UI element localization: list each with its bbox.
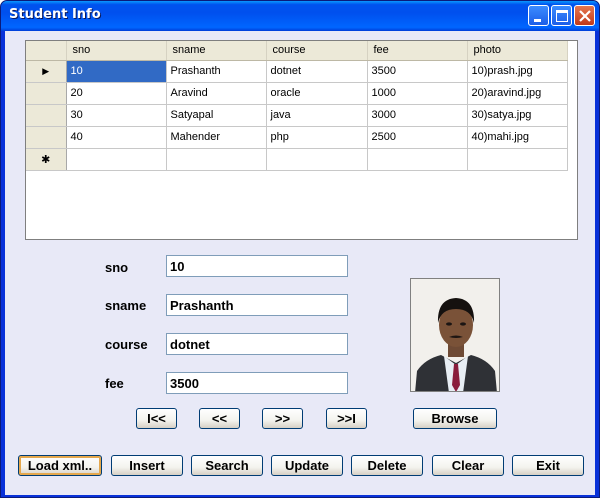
last-record-button[interactable]: >>I <box>326 408 367 429</box>
update-button[interactable]: Update <box>271 455 343 476</box>
column-header-sno[interactable]: sno <box>66 41 167 61</box>
row-header[interactable] <box>26 82 67 105</box>
column-header-fee[interactable]: fee <box>367 41 468 61</box>
table-cell[interactable]: dotnet <box>266 60 368 83</box>
column-header-photo[interactable]: photo <box>467 41 568 61</box>
table-cell[interactable] <box>467 148 568 171</box>
minimize-button[interactable] <box>528 5 549 26</box>
course-label: course <box>105 337 148 352</box>
table-cell[interactable]: 3500 <box>367 60 468 83</box>
title-bar[interactable]: Student Info <box>1 1 599 31</box>
table-cell[interactable]: 20)aravind.jpg <box>467 82 568 105</box>
grid-header-row: sno sname course fee photo <box>26 41 568 61</box>
table-cell[interactable]: java <box>266 104 368 127</box>
sname-label: sname <box>105 298 147 313</box>
table-cell[interactable]: 20 <box>66 82 167 105</box>
load-xml-button[interactable]: Load xml.. <box>18 455 102 476</box>
table-cell[interactable]: 40)mahi.jpg <box>467 126 568 149</box>
student-photo <box>410 278 500 392</box>
fee-label: fee <box>105 376 124 391</box>
table-cell[interactable] <box>166 148 267 171</box>
table-row[interactable]: 40 Mahender php 2500 40)mahi.jpg <box>26 126 568 149</box>
minimize-icon <box>534 19 541 22</box>
table-cell[interactable]: 2500 <box>367 126 468 149</box>
current-row-arrow-icon[interactable]: ▶ <box>26 60 67 83</box>
search-button[interactable]: Search <box>191 455 263 476</box>
maximize-icon <box>556 10 568 22</box>
table-cell[interactable]: 30 <box>66 104 167 127</box>
table-cell[interactable] <box>266 148 368 171</box>
column-header-course[interactable]: course <box>266 41 368 61</box>
grid-corner-cell[interactable] <box>26 41 67 61</box>
row-header[interactable] <box>26 126 67 149</box>
main-window: Student Info sno sname course fee photo <box>0 0 600 498</box>
clear-button[interactable]: Clear <box>432 455 504 476</box>
delete-button[interactable]: Delete <box>351 455 423 476</box>
insert-button[interactable]: Insert <box>111 455 183 476</box>
table-row[interactable]: 20 Aravind oracle 1000 20)aravind.jpg <box>26 82 568 105</box>
table-cell[interactable]: 10 <box>66 60 167 83</box>
maximize-button[interactable] <box>551 5 572 26</box>
column-header-sname[interactable]: sname <box>166 41 267 61</box>
table-cell[interactable]: Aravind <box>166 82 267 105</box>
table-cell[interactable]: Prashanth <box>166 60 267 83</box>
next-record-button[interactable]: >> <box>262 408 303 429</box>
first-record-button[interactable]: I<< <box>136 408 177 429</box>
course-field[interactable]: dotnet <box>166 333 348 355</box>
table-cell[interactable]: 40 <box>66 126 167 149</box>
sno-field[interactable]: 10 <box>166 255 348 277</box>
sno-label: sno <box>105 260 129 275</box>
close-icon <box>579 10 591 22</box>
form-client-area: sno sname course fee photo ▶ 10 Prashant… <box>5 31 595 495</box>
student-photo-image <box>411 279 499 391</box>
table-cell[interactable]: 1000 <box>367 82 468 105</box>
table-cell[interactable]: 10)prash.jpg <box>467 60 568 83</box>
table-row[interactable]: 30 Satyapal java 3000 30)satya.jpg <box>26 104 568 127</box>
sname-field[interactable]: Prashanth <box>166 294 348 316</box>
table-cell[interactable]: 30)satya.jpg <box>467 104 568 127</box>
table-cell[interactable]: oracle <box>266 82 368 105</box>
table-cell[interactable]: Satyapal <box>166 104 267 127</box>
table-cell[interactable] <box>66 148 167 171</box>
table-row[interactable]: ▶ 10 Prashanth dotnet 3500 10)prash.jpg <box>26 60 568 83</box>
fee-field[interactable]: 3500 <box>166 372 348 394</box>
table-cell[interactable]: 3000 <box>367 104 468 127</box>
window-title: Student Info <box>9 7 101 22</box>
close-button[interactable] <box>574 5 595 26</box>
table-cell[interactable] <box>367 148 468 171</box>
row-header[interactable] <box>26 104 67 127</box>
table-cell[interactable]: Mahender <box>166 126 267 149</box>
students-grid[interactable]: sno sname course fee photo ▶ 10 Prashant… <box>25 40 578 240</box>
browse-button[interactable]: Browse <box>413 408 497 429</box>
table-cell[interactable]: php <box>266 126 368 149</box>
previous-record-button[interactable]: << <box>199 408 240 429</box>
new-row[interactable]: ✱ <box>26 148 568 171</box>
new-row-asterisk-icon[interactable]: ✱ <box>26 148 67 171</box>
exit-button[interactable]: Exit <box>512 455 584 476</box>
